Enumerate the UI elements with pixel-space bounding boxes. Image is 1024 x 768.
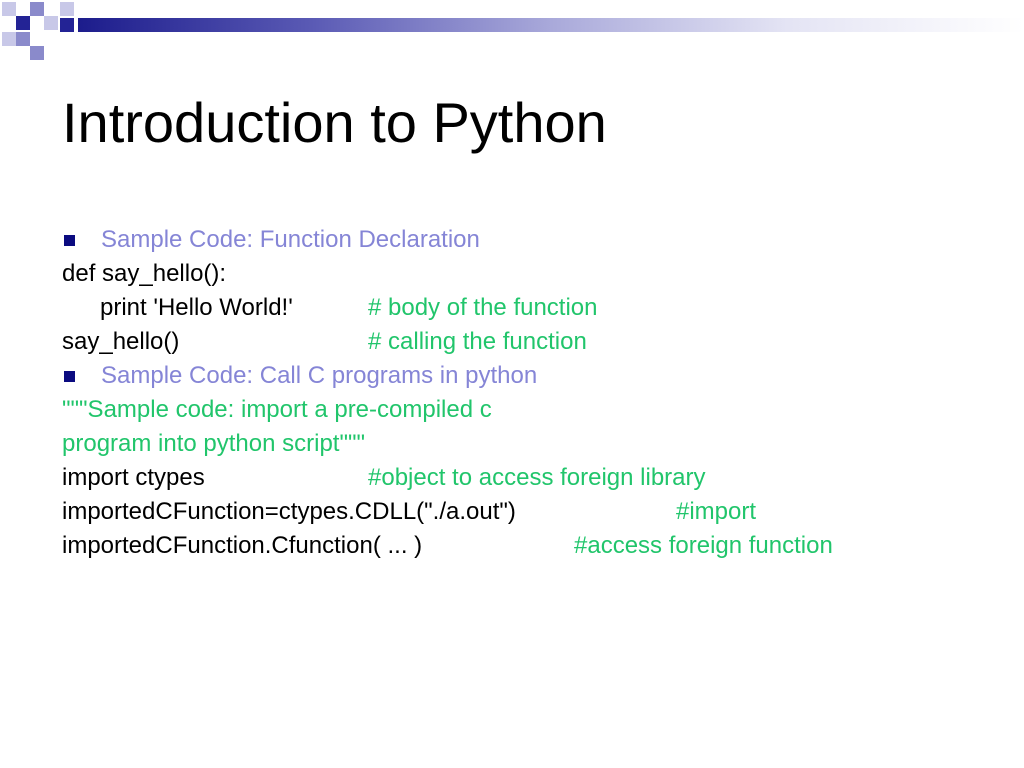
bullet-item: Sample Code: Call C programs in python — [62, 359, 982, 393]
bullet-square-icon — [64, 371, 75, 382]
code-line: print 'Hello World!' # body of the funct… — [62, 291, 982, 325]
header-square — [60, 18, 74, 32]
code-comment: #import — [676, 498, 757, 525]
code-line: program into python script""" — [62, 427, 982, 461]
docstring-text: """Sample code: import a pre-compiled c — [62, 396, 492, 423]
code-comment: #access foreign function — [574, 532, 833, 559]
code-line: def say_hello(): — [62, 257, 982, 291]
header-square — [30, 46, 44, 60]
code-line: say_hello() # calling the function — [62, 325, 982, 359]
code-line: importedCFunction.Cfunction( ... ) #acce… — [62, 529, 982, 563]
header-square — [2, 2, 16, 16]
header-square — [60, 2, 74, 16]
bullet-text: Sample Code: Function Declaration — [101, 226, 480, 253]
code-line: """Sample code: import a pre-compiled c — [62, 393, 982, 427]
header-gradient-bar — [78, 18, 1024, 32]
code-line: importedCFunction=ctypes.CDLL("./a.out")… — [62, 495, 982, 529]
header-square — [16, 16, 30, 30]
header-square — [30, 2, 44, 16]
bullet-item: Sample Code: Function Declaration — [62, 223, 982, 257]
code-text: importedCFunction.Cfunction( ... ) — [62, 532, 423, 559]
code-text: importedCFunction=ctypes.CDLL("./a.out") — [62, 498, 516, 525]
header-square — [16, 32, 30, 46]
header-decoration — [0, 0, 1024, 60]
header-square — [44, 16, 58, 30]
code-line: import ctypes #object to access foreign … — [62, 461, 982, 495]
header-square — [2, 32, 16, 46]
code-text: say_hello() — [62, 328, 180, 355]
slide-title: Introduction to Python — [62, 91, 607, 154]
code-text: print 'Hello World!' — [100, 294, 293, 321]
code-comment: # calling the function — [368, 328, 587, 355]
slide-content: Sample Code: Function Declaration def sa… — [62, 223, 982, 563]
code-text: def say_hello(): — [62, 260, 227, 287]
code-comment: #object to access foreign library — [368, 464, 706, 491]
docstring-text: program into python script""" — [62, 430, 366, 457]
bullet-text: Sample Code: Call C programs in python — [101, 362, 538, 389]
bullet-square-icon — [64, 235, 75, 246]
code-comment: # body of the function — [368, 294, 598, 321]
code-text: import ctypes — [62, 464, 205, 491]
